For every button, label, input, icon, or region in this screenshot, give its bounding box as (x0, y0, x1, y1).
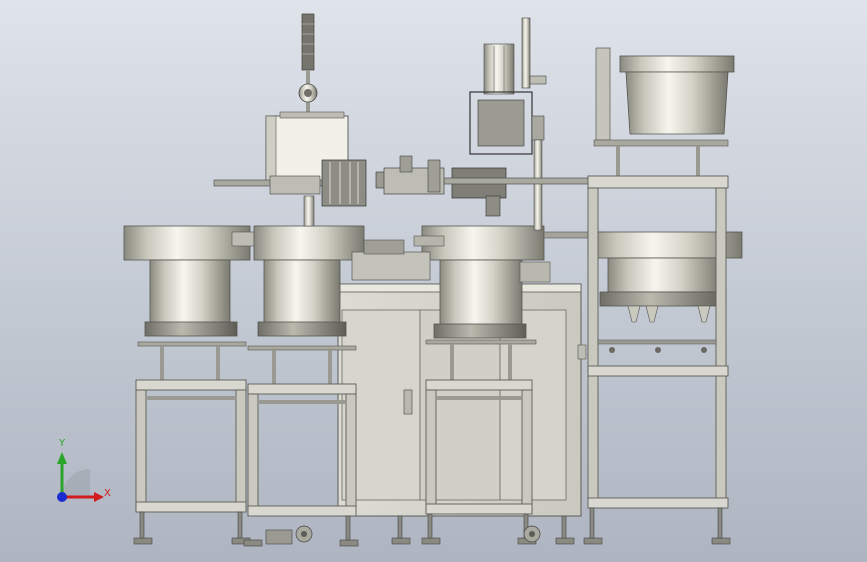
z-axis-dot (57, 492, 67, 502)
orientation-triad (57, 452, 104, 502)
cad-viewport[interactable]: Y X (0, 0, 867, 562)
y-axis-label: Y (59, 438, 66, 449)
x-axis-label: X (104, 488, 111, 499)
